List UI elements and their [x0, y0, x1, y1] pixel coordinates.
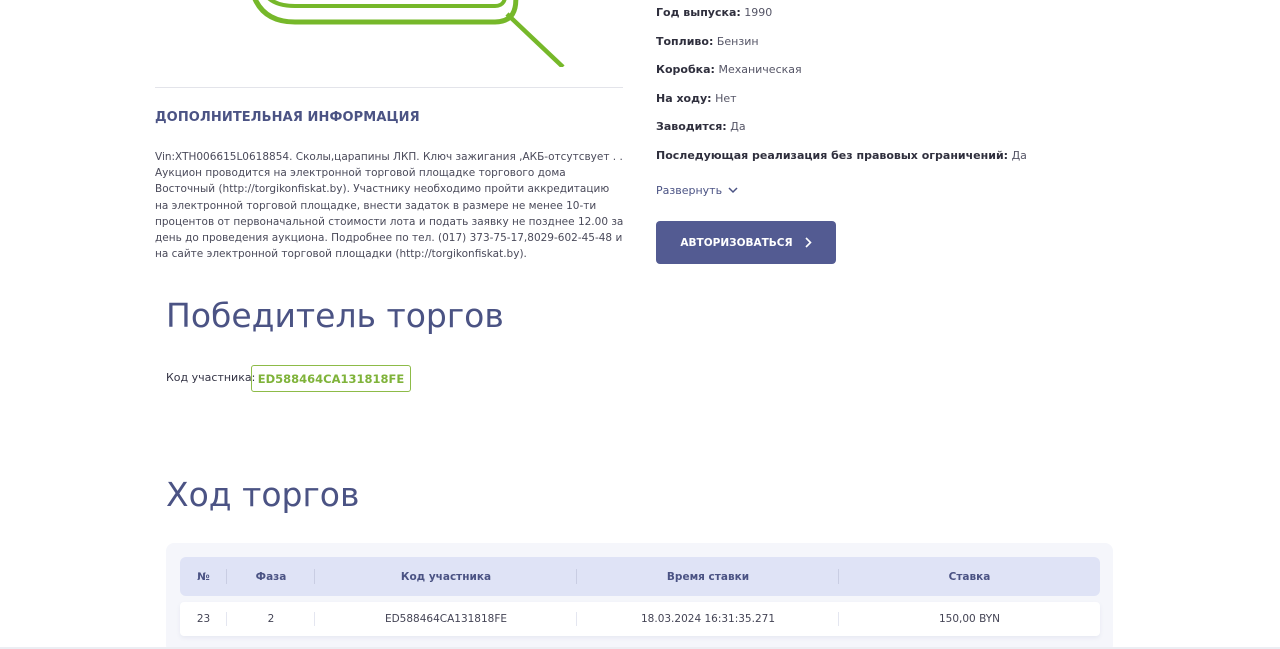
cell-phase: 2 [227, 602, 315, 636]
spec-key: Заводится: [656, 120, 727, 133]
spec-key: Коробка: [656, 63, 715, 76]
spec-key: Последующая реализация без правовых огра… [656, 148, 1009, 162]
authorize-button[interactable]: АВТОРИЗОВАТЬСЯ [656, 221, 836, 264]
spec-value: Да [730, 120, 746, 133]
spec-key: Топливо: [656, 34, 714, 48]
chevron-down-icon [728, 187, 738, 194]
spec-value: Нет [715, 91, 737, 105]
spec-value: Бензин [716, 34, 759, 48]
cell-number: 23 [180, 602, 227, 636]
table-row: 23 2 ED588464CA131818FE 18.03.2024 16:31… [180, 602, 1100, 636]
additional-info-title: ДОПОЛНИТЕЛЬНАЯ ИНФОРМАЦИЯ [155, 110, 420, 125]
lot-image [155, 0, 623, 67]
placeholder-inner-frame-shape [267, 0, 507, 8]
spec-value: Механическая [718, 63, 802, 76]
column-header-bid-time: Время ставки [577, 557, 839, 596]
spec-row-gearbox: Коробка: Механическая [656, 62, 1027, 91]
spec-key: На ходу: [656, 91, 712, 105]
spec-key: Год выпуска: [656, 6, 741, 19]
winner-title: Победитель торгов [166, 296, 504, 335]
chevron-right-icon [805, 237, 812, 248]
column-header-bid: Ставка [948, 570, 991, 583]
cell-bid: 150,00 BYN [939, 613, 1000, 625]
spec-row-running: На ходу: Нет [656, 91, 1027, 120]
expand-label: Развернуть [656, 184, 723, 197]
participant-code-badge: ED588464CA131818FE [251, 365, 411, 392]
spec-value: 1990 [744, 6, 773, 19]
magnifier-handle-shape [505, 12, 565, 67]
spec-row-legal: Последующая реализация без правовых огра… [656, 148, 1027, 177]
cell-bid-time: 18.03.2024 16:31:35.271 [577, 602, 839, 636]
progress-title: Ход торгов [166, 475, 360, 514]
participant-label: Код участника: [166, 371, 256, 384]
column-header-number: № [180, 557, 227, 596]
authorize-label: АВТОРИЗОВАТЬСЯ [680, 236, 793, 249]
spec-row-starts: Заводится: Да [656, 119, 1027, 148]
table-header: № Фаза Код участника Время ставки Ставка [180, 557, 1100, 596]
section-divider [155, 87, 623, 88]
cell-participant: ED588464CA131818FE [315, 602, 577, 636]
column-header-phase: Фаза [227, 557, 315, 596]
specs-list: Год выпуска: 1990 Топливо: Бензин Коробк… [656, 5, 1027, 176]
additional-info-text: Vin:XTH006615L0618854. Сколы,царапины ЛК… [155, 151, 624, 261]
spec-value: Да [1011, 148, 1027, 162]
spec-row-fuel: Топливо: Бензин [656, 34, 1027, 63]
placeholder-frame-shape [252, 0, 519, 25]
spec-row-year: Год выпуска: 1990 [656, 5, 1027, 34]
column-header-participant: Код участника [315, 557, 577, 596]
expand-link[interactable]: Развернуть [656, 184, 738, 197]
